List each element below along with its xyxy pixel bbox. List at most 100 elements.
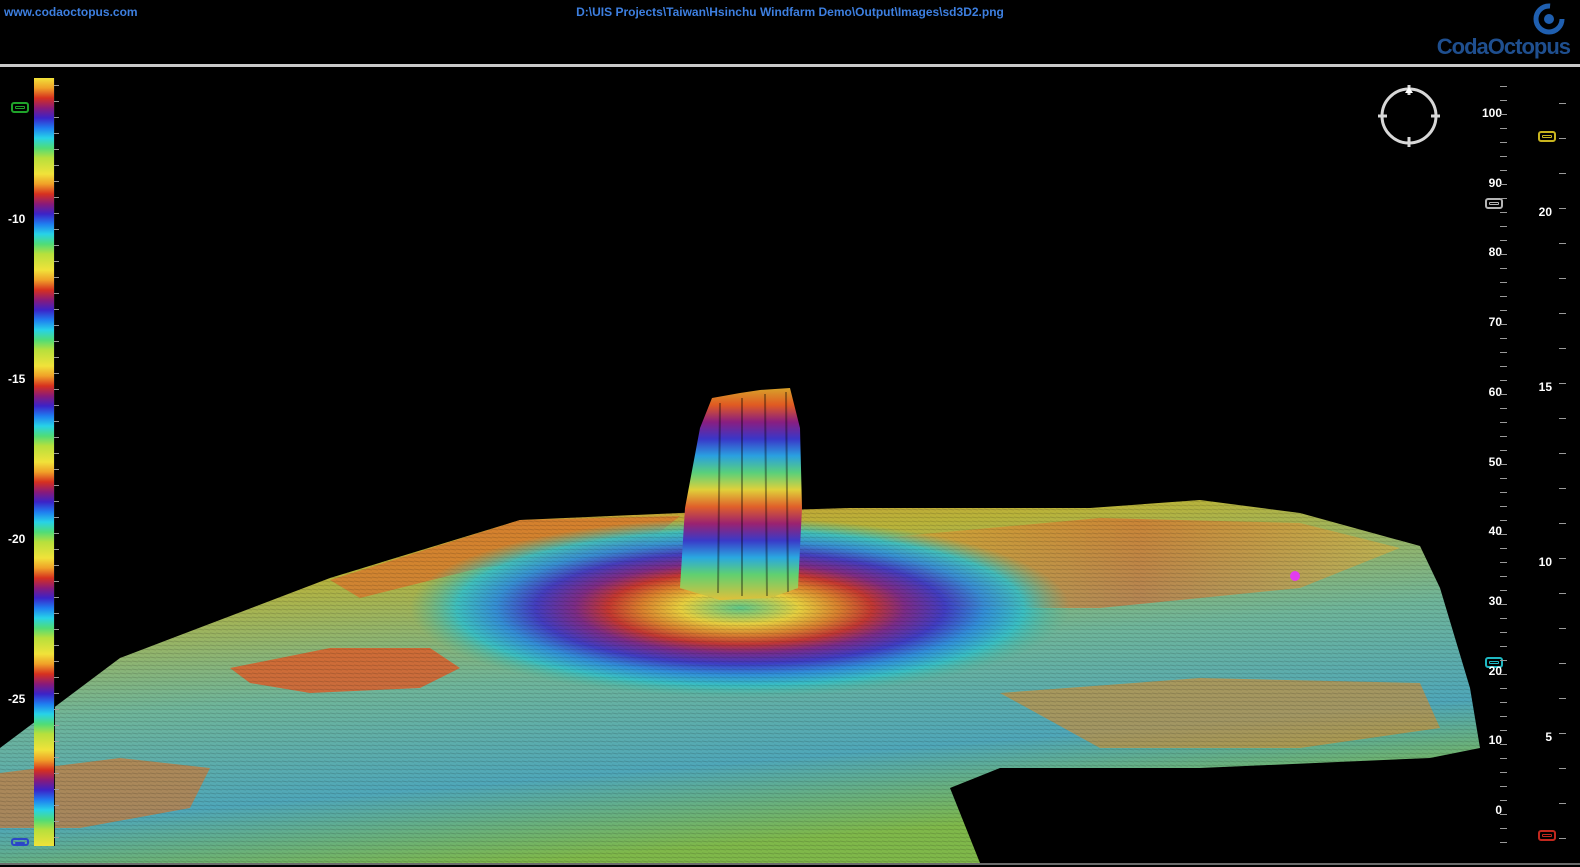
colorbar-tick-mark	[54, 485, 59, 486]
colorbar-tick-label: -20	[8, 532, 26, 546]
outer-scale-tick	[1559, 628, 1566, 629]
inner-scale-tick	[1500, 548, 1507, 549]
inner-scale-tick	[1500, 450, 1507, 451]
colorbar-tick-mark	[54, 629, 59, 630]
inner-scale-tick	[1500, 338, 1507, 339]
inner-scale-tick	[1500, 506, 1507, 507]
colorbar-tick-mark	[54, 277, 59, 278]
header-divider	[0, 64, 1580, 67]
inner-scale-tick	[1500, 660, 1507, 661]
bottom-divider	[0, 863, 1580, 865]
colorbar-tick-mark	[54, 437, 59, 438]
inner-scale-tick	[1500, 730, 1507, 731]
outer-scale-tick	[1559, 558, 1566, 559]
colorbar-tick-mark	[54, 181, 59, 182]
red-handle-marker[interactable]	[1538, 830, 1556, 841]
colorbar-tick-mark	[54, 693, 59, 694]
inner-scale-tick	[1500, 590, 1507, 591]
outer-scale-tick	[1559, 243, 1566, 244]
colorbar-tick-mark	[54, 85, 59, 86]
outer-scale-tick	[1559, 488, 1566, 489]
colorbar-tick-mark	[54, 549, 59, 550]
inner-scale-label: 60	[1488, 384, 1502, 399]
colorbar-tick-mark	[54, 373, 59, 374]
inner-scale-tick	[1500, 128, 1507, 129]
inner-scale-tick	[1500, 422, 1507, 423]
inner-scale-tick	[1500, 100, 1507, 101]
colorbar-tick-mark	[54, 405, 59, 406]
inner-scale-tick	[1500, 142, 1507, 143]
inner-scale-label: 50	[1488, 454, 1502, 469]
inner-scale-tick	[1500, 268, 1507, 269]
outer-scale-tick	[1559, 698, 1566, 699]
colorbar-tick-mark	[54, 501, 59, 502]
inner-scale-tick	[1500, 394, 1507, 395]
outer-scale-tick	[1559, 523, 1566, 524]
colorbar-tick-label: -10	[8, 212, 26, 226]
outer-scale-tick	[1559, 768, 1566, 769]
inner-scale-tick	[1500, 562, 1507, 563]
blue-handle-marker[interactable]	[11, 838, 29, 846]
inner-scale-tick	[1500, 534, 1507, 535]
point-cloud-3d-view[interactable]	[0, 68, 1580, 863]
colorbar-tick-mark	[54, 581, 59, 582]
inner-scale-tick	[1500, 688, 1507, 689]
inner-scale-tick	[1500, 716, 1507, 717]
colorbar-tick-mark	[54, 837, 59, 838]
colorbar-tick-mark	[54, 661, 59, 662]
logo-swirl-icon	[1533, 3, 1565, 35]
colorbar-tick-mark	[54, 421, 59, 422]
inner-scale-label: 100	[1481, 106, 1502, 120]
compass-rose-icon[interactable]	[1378, 85, 1440, 147]
colorbar-tick-mark	[54, 741, 59, 742]
inner-scale-tick	[1500, 576, 1507, 577]
inner-scale-tick	[1500, 380, 1507, 381]
colorbar-tick-mark	[54, 453, 59, 454]
inner-scale-tick	[1500, 352, 1507, 353]
colorbar-tick-label: -15	[8, 372, 26, 386]
outer-scale-tick	[1559, 173, 1566, 174]
inner-scale-tick	[1500, 828, 1507, 829]
colorbar-tick-label: -25	[8, 692, 26, 706]
yellow-handle-marker[interactable]	[1538, 131, 1556, 142]
inner-scale-tick	[1500, 114, 1507, 115]
colorbar-tick-mark	[54, 245, 59, 246]
colorbar-tick-mark	[54, 101, 59, 102]
inner-scale-tick	[1500, 520, 1507, 521]
colorbar-tick-mark	[54, 709, 59, 710]
inner-scale-tick	[1500, 212, 1507, 213]
outer-scale-tick	[1559, 663, 1566, 664]
outer-scale-tick	[1559, 803, 1566, 804]
inner-scale-label: 0	[1495, 803, 1502, 817]
outer-scale-tick	[1559, 313, 1566, 314]
colorbar-tick-mark	[54, 357, 59, 358]
inner-scale-label: 40	[1488, 524, 1502, 539]
gray-handle-marker[interactable]	[1485, 198, 1503, 209]
inner-scale-tick	[1500, 646, 1507, 647]
outer-scale-tick	[1559, 348, 1566, 349]
outer-scale-tick	[1559, 838, 1566, 839]
inner-scale-tick	[1500, 282, 1507, 283]
codaoctopus-logo: CodaOctopus	[1437, 0, 1580, 60]
colorbar-tick-mark	[54, 645, 59, 646]
inner-scale-label: 90	[1488, 175, 1502, 190]
colorbar-tick-mark	[54, 261, 59, 262]
outer-scale-label: 10	[1538, 555, 1552, 569]
colorbar-tick-mark	[54, 133, 59, 134]
colorbar-tick-mark	[54, 597, 59, 598]
outer-scale-tick	[1559, 733, 1566, 734]
outer-scale-tick	[1559, 453, 1566, 454]
colorbar-tick-mark	[54, 197, 59, 198]
colorbar-tick-mark	[54, 325, 59, 326]
colorbar-tick-mark	[54, 309, 59, 310]
colorbar-tick-mark	[54, 565, 59, 566]
inner-scale-tick	[1500, 408, 1507, 409]
green-handle-marker[interactable]	[11, 102, 29, 113]
inner-scale-tick	[1500, 814, 1507, 815]
inner-scale-label: 10	[1488, 733, 1502, 748]
colorbar-tick-mark	[54, 533, 59, 534]
inner-scale-tick	[1500, 198, 1507, 199]
outer-scale-label: 5	[1545, 730, 1552, 744]
inner-scale-tick	[1500, 478, 1507, 479]
target-point[interactable]	[1290, 571, 1300, 581]
